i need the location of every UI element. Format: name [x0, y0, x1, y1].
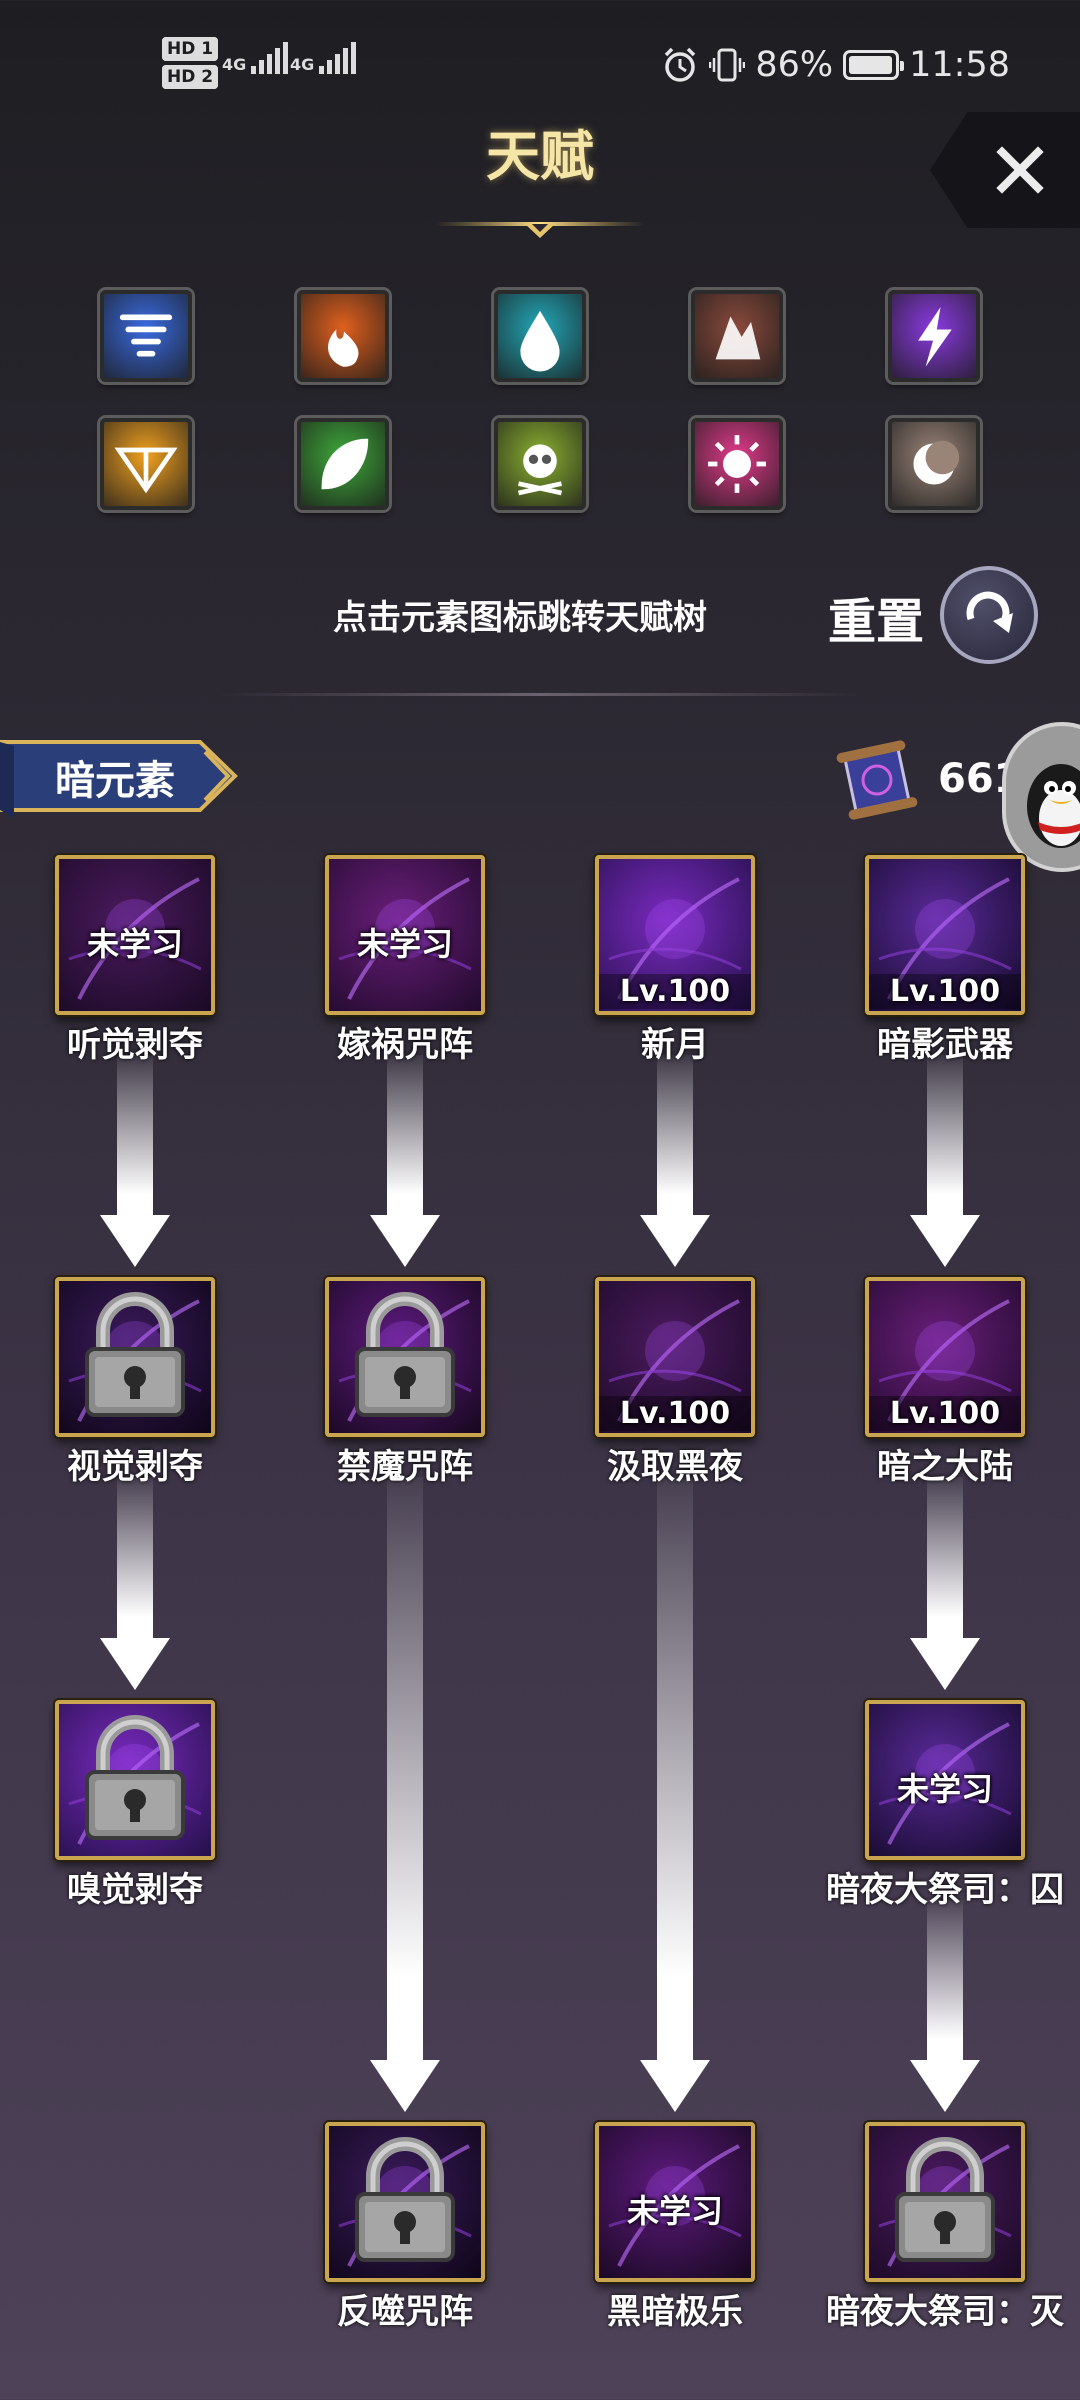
wind-icon [119, 314, 173, 357]
skill-level: Lv.100 [869, 1396, 1021, 1431]
skill-level: Lv.100 [869, 974, 1021, 1009]
status-right: 86% 11:58 [661, 45, 1010, 85]
skill-label: 汲取黑夜 [607, 1447, 743, 1487]
skill-status: 未学习 [896, 1770, 993, 1808]
clock: 11:58 [909, 45, 1010, 85]
skill-node-s9[interactable] [55, 1700, 215, 1860]
holy-icon [708, 435, 766, 493]
skill-level: Lv.100 [599, 974, 751, 1009]
moon-icon [913, 440, 960, 485]
scroll-icon [836, 740, 918, 820]
path-arrow [370, 1055, 440, 1267]
skill-level: Lv.100 [599, 1396, 751, 1431]
element-earth-button[interactable] [691, 290, 783, 382]
skill-status: 未学习 [356, 925, 453, 963]
skill-label: 视觉剥夺 [67, 1447, 203, 1487]
page-title: 天赋 [486, 125, 594, 188]
skill-node-s1[interactable]: 未学习 [55, 855, 215, 1015]
signal-bars-icon [251, 42, 289, 74]
path-arrow [370, 1477, 440, 2112]
skill-status: 未学习 [86, 925, 183, 963]
skill-node-s6[interactable] [325, 1277, 485, 1437]
element-light-button[interactable] [100, 418, 192, 510]
lock-icon [355, 2137, 455, 2262]
battery-icon [843, 50, 905, 80]
signal-2: 4G [290, 42, 357, 74]
fire-icon [328, 329, 359, 367]
skill-label: 新月 [641, 1025, 709, 1065]
nature-icon [321, 438, 369, 490]
element-fire-button[interactable] [297, 290, 389, 382]
path-arrow [910, 1900, 980, 2112]
skill-label: 暗之大陆 [877, 1447, 1013, 1487]
skill-label: 反噬咒阵 [337, 2292, 473, 2332]
reset-button[interactable] [940, 566, 1038, 664]
path-arrow [640, 1055, 710, 1267]
element-holy-button[interactable] [691, 418, 783, 510]
lock-icon [355, 1292, 455, 1417]
skill-label: 禁魔咒阵 [337, 1447, 473, 1487]
element-poison-button[interactable] [494, 418, 586, 510]
element-water-button[interactable] [494, 290, 586, 382]
reset-arrow-icon [966, 591, 1013, 633]
skill-node-s10[interactable]: 未学习 [865, 1700, 1025, 1860]
skill-label: 暗夜大祭司：灭 [826, 2292, 1064, 2332]
path-arrow [640, 1477, 710, 2112]
alarm-icon [665, 47, 696, 82]
close-icon [996, 146, 1044, 194]
element-nature-button[interactable] [297, 418, 389, 510]
skill-status: 未学习 [626, 2192, 723, 2230]
signal-1: 4G [222, 42, 289, 74]
poison-icon [518, 444, 562, 496]
element-moon-button[interactable] [888, 418, 980, 510]
thunder-icon [918, 307, 952, 367]
lock-icon [85, 1715, 185, 1840]
element-wind-button[interactable] [100, 290, 192, 382]
lock-icon [85, 1292, 185, 1417]
skill-node-s4[interactable]: Lv.100 [865, 855, 1025, 1015]
skill-node-s2[interactable]: 未学习 [325, 855, 485, 1015]
skill-node-s12[interactable]: 未学习 [595, 2122, 755, 2282]
penguin-icon [1027, 764, 1080, 848]
battery-percent: 86% [755, 45, 834, 85]
divider [220, 693, 860, 696]
reset-label[interactable]: 重置 [828, 582, 924, 652]
signal-bars-icon [319, 42, 357, 74]
title-ornament [435, 222, 645, 238]
skill-node-s11[interactable] [325, 2122, 485, 2282]
network-type-2: 4G [290, 55, 315, 74]
skill-node-s7[interactable]: Lv.100 [595, 1277, 755, 1437]
element-thunder-button[interactable] [888, 290, 980, 382]
vibrate-icon [709, 48, 746, 82]
water-icon [520, 310, 560, 372]
sim-indicator: HD 1 HD 2 [162, 37, 222, 89]
light-icon [114, 447, 178, 494]
skill-node-s3[interactable]: Lv.100 [595, 855, 755, 1015]
sim1-label: HD 1 [162, 37, 219, 61]
skill-label: 听觉剥夺 [67, 1025, 203, 1065]
skill-label: 暗影武器 [877, 1025, 1013, 1065]
network-type-1: 4G [222, 55, 247, 74]
skill-label: 嫁祸咒阵 [337, 1025, 473, 1065]
status-bar: HD 1 HD 2 4G 4G 86% 11:58 [0, 0, 1080, 130]
lock-icon [895, 2137, 995, 2262]
earth-icon [715, 316, 761, 360]
skill-label: 嗅觉剥夺 [67, 1870, 203, 1910]
skill-label: 暗夜大祭司：囚 [826, 1870, 1064, 1910]
skill-node-s5[interactable] [55, 1277, 215, 1437]
floating-avatar[interactable] [1002, 722, 1080, 872]
path-arrow [910, 1477, 980, 1690]
path-arrow [100, 1055, 170, 1267]
skill-node-s13[interactable] [865, 2122, 1025, 2282]
path-arrow [910, 1055, 980, 1267]
sim2-label: HD 2 [162, 65, 219, 89]
skill-label: 黑暗极乐 [607, 2292, 743, 2332]
element-tag-label: 暗元素 [55, 758, 175, 804]
path-arrow [100, 1477, 170, 1690]
skill-node-s8[interactable]: Lv.100 [865, 1277, 1025, 1437]
